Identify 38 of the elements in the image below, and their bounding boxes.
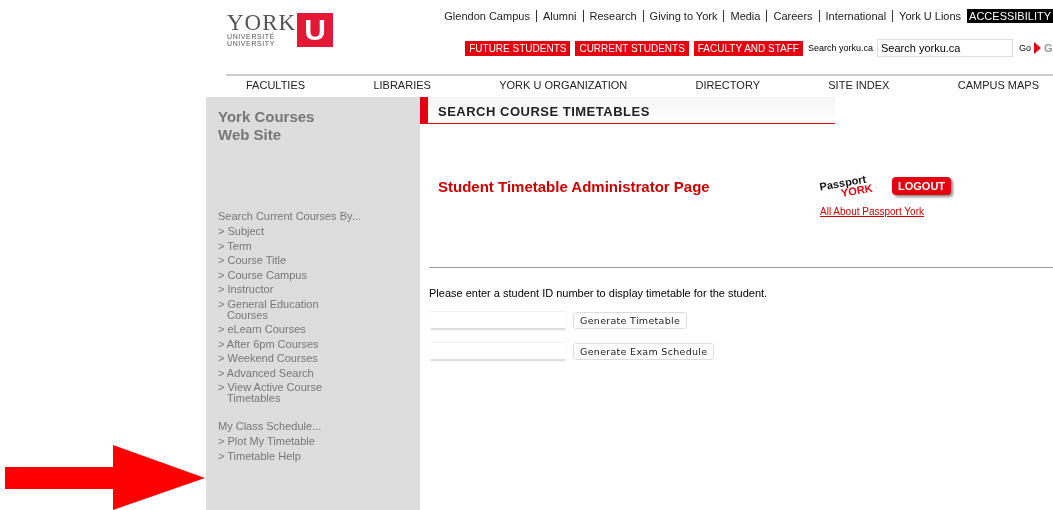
sidebar-heading: Search Current Courses By... [218,209,362,224]
logo-letter: U [297,13,334,47]
top-link[interactable]: Giving to York [649,10,718,22]
search-field[interactable]: Search yorku.ca [877,39,1013,57]
nav-link[interactable]: FACULTIES [246,79,306,91]
nav-link[interactable]: DIRECTORY [695,79,760,91]
search-label: Search yorku.ca [807,43,873,53]
sidebar-title: York Courses Web Site [218,107,316,145]
generate-button[interactable]: Generate Timetable [573,311,688,329]
section-title-bar: SEARCH COURSE TIMETABLES [420,97,835,124]
passport-logo: Passport YORK [818,171,875,202]
top-link[interactable]: Glendon Campus [444,10,530,22]
top-link[interactable]: Media [730,10,761,22]
top-link[interactable]: Careers [773,10,813,22]
generate-button[interactable]: Generate Exam Schedule [573,342,715,360]
passport-link[interactable]: All About Passport York [820,206,924,217]
triangle-icon[interactable] [1034,42,1041,54]
pointer-arrow-icon [5,445,205,510]
top-link[interactable]: York U Lions [899,10,962,22]
sidebar-heading: My Class Schedule... [218,419,323,434]
top-link[interactable]: International [825,10,887,22]
nav-link[interactable]: SITE INDEX [828,79,890,91]
top-link[interactable]: Research [589,10,637,22]
audience-button[interactable]: FACULTY AND STAFF [693,40,803,56]
page-title: Student Timetable Administrator Page [438,178,711,195]
accessibility-link[interactable]: ACCESSIBILITY [967,9,1053,23]
audience-button[interactable]: CURRENT STUDENTS [575,40,689,56]
instruction-text: Please enter a student ID number to display timetable for the student. [429,287,769,299]
student-id-field[interactable] [431,342,565,360]
nav-link[interactable]: CAMPUS MAPS [957,79,1039,91]
audience-button[interactable]: FUTURE STUDENTS [465,40,571,56]
nav-link[interactable]: LIBRARIES [373,79,431,91]
student-id-field[interactable] [431,311,565,329]
logo-wordmark: YORK [227,13,297,33]
top-link[interactable]: Alumni [542,10,577,22]
logout-button[interactable]: LOGOUT [892,177,952,195]
go-label[interactable]: Go [1019,43,1031,53]
nav-link[interactable]: YORK U ORGANIZATION [499,79,628,91]
